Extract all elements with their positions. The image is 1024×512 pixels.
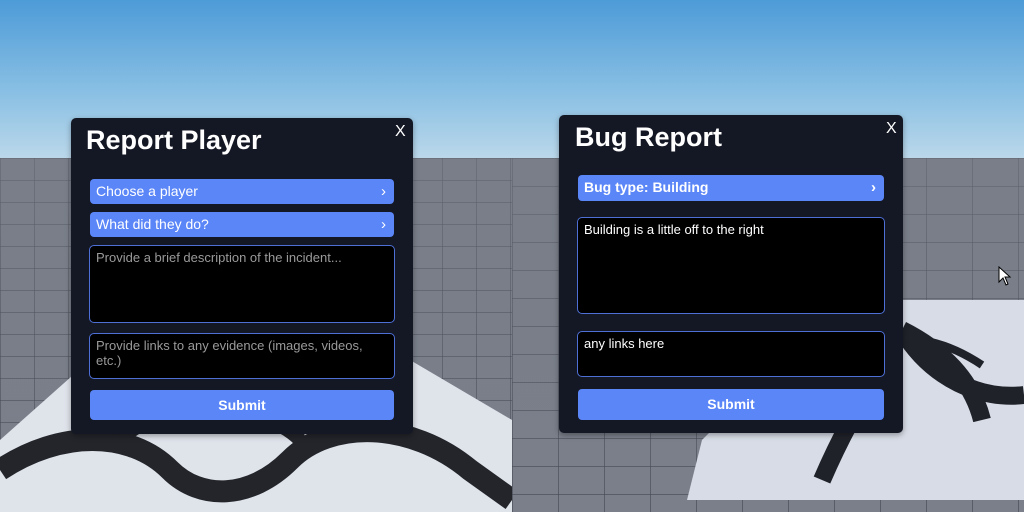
- bug-description-field[interactable]: Building is a little off to the right: [577, 217, 885, 314]
- dropdown-label: Choose a player: [96, 183, 198, 199]
- bug-type-dropdown[interactable]: Bug type: Building ›: [578, 175, 884, 201]
- mouse-cursor-icon: [998, 266, 1012, 286]
- panel-title: Bug Report: [575, 122, 722, 152]
- submit-button[interactable]: Submit: [578, 389, 884, 420]
- panel-title: Report Player: [86, 125, 262, 155]
- offense-dropdown[interactable]: What did they do? ›: [90, 212, 394, 237]
- submit-button[interactable]: Submit: [90, 390, 394, 420]
- evidence-field[interactable]: Provide links to any evidence (images, v…: [89, 333, 395, 379]
- chevron-right-icon: ›: [381, 216, 386, 233]
- bug-description-value: Building is a little off to the right: [584, 222, 764, 237]
- bug-report-panel: Bug Report X Bug type: Building › Buildi…: [559, 115, 903, 433]
- report-player-panel: Report Player X Choose a player › What d…: [71, 118, 413, 434]
- evidence-placeholder: Provide links to any evidence (images, v…: [96, 338, 363, 368]
- close-button[interactable]: X: [395, 123, 406, 141]
- choose-player-dropdown[interactable]: Choose a player ›: [90, 179, 394, 204]
- close-button[interactable]: X: [886, 120, 897, 138]
- dropdown-label: Bug type: Building: [584, 179, 709, 195]
- chevron-right-icon: ›: [381, 183, 386, 200]
- links-field[interactable]: any links here: [577, 331, 885, 377]
- description-placeholder: Provide a brief description of the incid…: [96, 250, 342, 265]
- description-field[interactable]: Provide a brief description of the incid…: [89, 245, 395, 323]
- chevron-right-icon: ›: [871, 179, 876, 196]
- dropdown-label: What did they do?: [96, 216, 209, 232]
- links-value: any links here: [584, 336, 665, 351]
